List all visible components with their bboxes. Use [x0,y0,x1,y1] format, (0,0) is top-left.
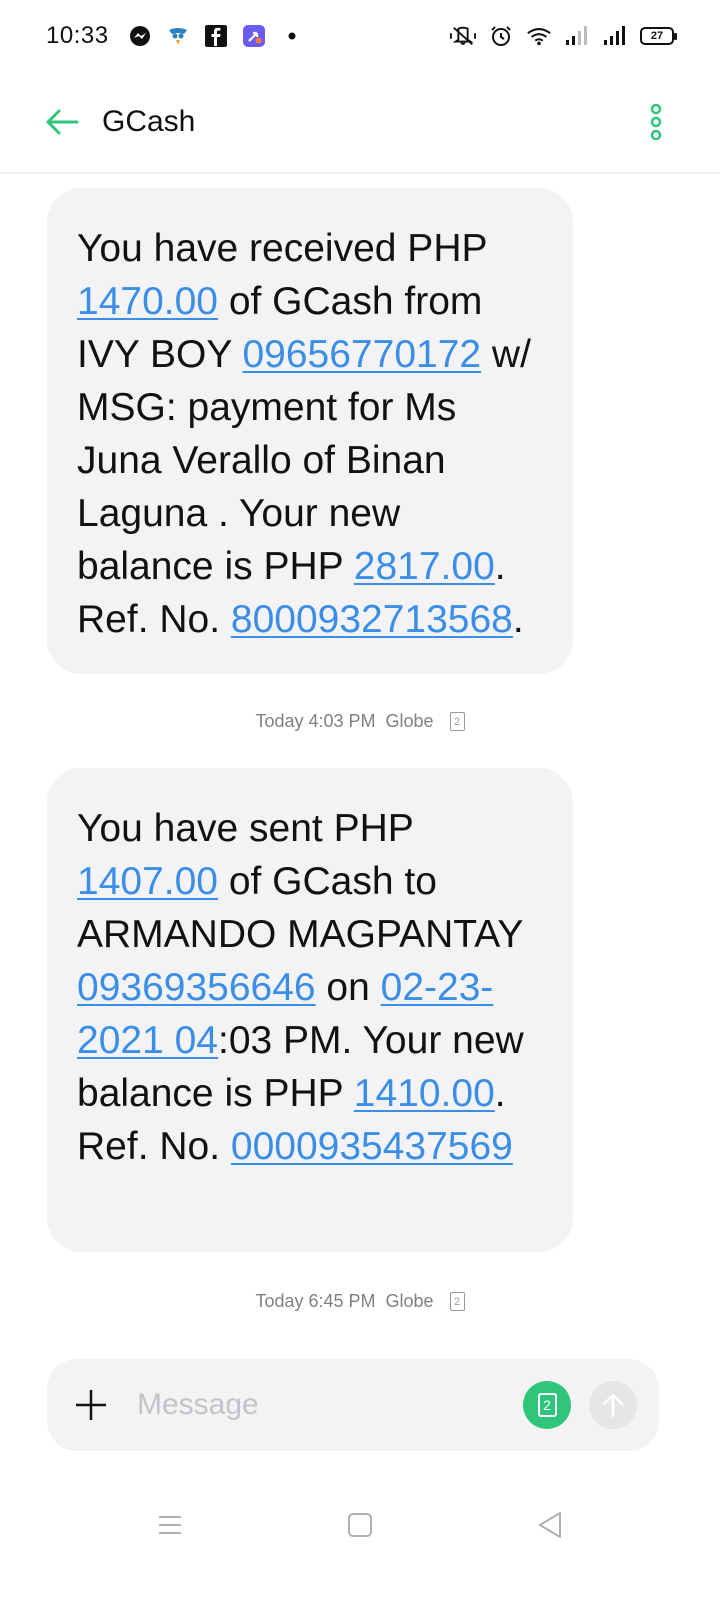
message-text: on [315,966,381,1009]
signal-icon [602,23,628,49]
dot-icon [279,23,305,49]
back-nav-button[interactable] [520,1495,580,1555]
alarm-icon [488,23,514,49]
plus-icon [76,1390,106,1420]
add-attachment-button[interactable] [61,1375,121,1435]
status-time: 10:33 [46,22,109,49]
message-link[interactable]: 1410.00 [354,1072,495,1115]
status-bar: 10:33 27 [0,0,720,72]
message-meta: Today 4:03 PM Globe 2 [0,711,720,732]
home-button[interactable] [330,1495,390,1555]
message-carrier: Globe [385,1291,434,1311]
messenger-icon [127,23,153,49]
message-text: You have sent PHP [77,807,414,850]
message-text: . [512,598,524,641]
message-input[interactable] [137,1375,523,1435]
message-bubble[interactable]: You have received PHP 1470.00 of GCash f… [47,188,573,674]
wifi-icon [526,23,552,49]
message-text: You have received PHP [77,227,487,270]
system-navigation-bar [0,1480,720,1570]
conversation-header: GCash [0,72,720,174]
message-link[interactable]: 0000935437569 [231,1125,513,1168]
send-button[interactable] [589,1381,637,1429]
sim-card-icon: 2 [449,712,465,731]
system-status-icons: 27 [450,23,677,49]
message-meta: Today 6:45 PM Globe 2 [0,1291,720,1312]
notification-icons [127,23,305,49]
message-link[interactable]: 09369356646 [77,966,316,1009]
recents-button[interactable] [140,1495,200,1555]
message-link[interactable]: 1470.00 [77,280,218,323]
back-arrow-icon [46,109,79,135]
battery-indicator: 27 [640,27,677,45]
message-time: Today 6:45 PM [255,1291,376,1311]
vibrate-mute-icon [450,23,476,49]
more-options-button[interactable] [636,92,676,152]
sim-card-icon: 2 [449,1292,465,1311]
facebook-icon [203,23,229,49]
send-arrow-icon [602,1393,624,1418]
shortcut-app-icon [241,23,267,49]
home-square-icon [348,1513,372,1537]
messages-screen: 10:33 27 GCash You have received PHP 147… [0,0,720,1600]
bird-app-icon [165,23,191,49]
more-vertical-icon [650,103,662,141]
menu-icon [159,1516,181,1534]
message-bubble[interactable]: You have sent PHP 1407.00 of GCash to AR… [47,768,573,1252]
sim-select-button[interactable]: 2 [523,1381,571,1429]
back-triangle-icon [539,1512,561,1538]
contact-name: GCash [102,105,196,138]
message-list[interactable]: You have received PHP 1470.00 of GCash f… [0,176,720,1356]
message-composer: 2 [47,1359,659,1451]
sim-card-icon: 2 [537,1393,557,1417]
message-link[interactable]: 09656770172 [242,333,481,376]
message-link[interactable]: 8000932713568 [231,598,513,641]
message-link[interactable]: 1407.00 [77,860,218,903]
message-carrier: Globe [385,711,434,731]
message-link[interactable]: 2817.00 [354,545,495,588]
back-button[interactable] [32,92,92,152]
message-time: Today 4:03 PM [255,711,376,731]
signal-icon [564,23,590,49]
